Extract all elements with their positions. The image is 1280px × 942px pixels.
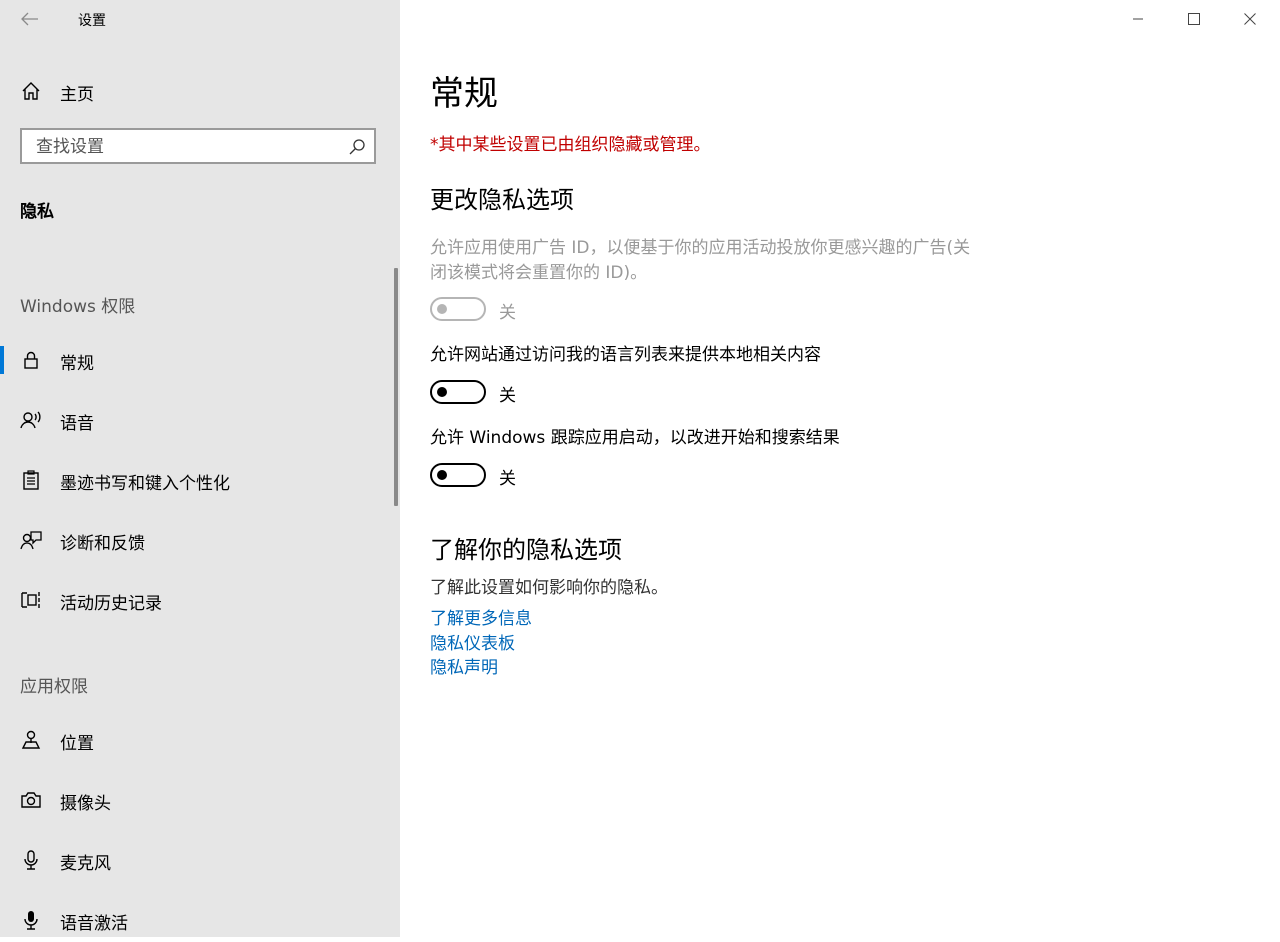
section-heading-know-privacy: 了解你的隐私选项 [430,536,622,564]
sidebar-item-general[interactable]: 常规 [0,338,400,382]
app-launch-tracking-description: 允许 Windows 跟踪应用启动，以改进开始和搜索结果 [430,428,840,448]
timeline-icon [21,592,40,608]
language-list-toggle-state: 关 [499,386,516,406]
maximize-button[interactable] [1166,0,1222,38]
sidebar-item-inking-typing[interactable]: 墨迹书写和键入个性化 [0,458,400,502]
group-label-app-permissions: 应用权限 [20,677,88,697]
microphone-icon [24,850,38,870]
microphone-filled-icon [24,911,38,930]
sidebar-item-label: 墨迹书写和键入个性化 [60,474,230,494]
search-input[interactable] [36,137,336,157]
privacy-statement-link[interactable]: 隐私声明 [430,653,498,678]
sidebar-item-label: 诊断和反馈 [60,534,145,554]
sidebar-item-home[interactable]: 主页 [0,70,400,112]
sidebar-scrollbar[interactable] [394,268,398,506]
group-label-windows-permissions: Windows 权限 [20,297,136,317]
section-heading-change-privacy: 更改隐私选项 [430,186,574,214]
sidebar-item-home-label: 主页 [60,85,94,105]
sidebar-item-label: 麦克风 [60,854,111,874]
app-launch-tracking-toggle-state: 关 [499,469,516,489]
lock-icon [24,351,38,369]
sidebar-item-speech[interactable]: 语音 [0,398,400,442]
sidebar-item-microphone[interactable]: 麦克风 [0,838,400,882]
camera-icon [21,792,41,808]
close-button[interactable] [1222,0,1278,38]
search-box[interactable] [20,128,376,164]
search-icon[interactable] [348,138,366,156]
sidebar-item-activity-history[interactable]: 活动历史记录 [0,578,400,622]
back-button[interactable] [18,8,42,30]
sidebar-item-label: 活动历史记录 [60,594,162,614]
language-list-description: 允许网站通过访问我的语言列表来提供本地相关内容 [430,345,821,365]
toggle-knob [437,470,447,480]
sidebar-item-label: 位置 [60,734,94,754]
back-arrow-icon [21,12,38,26]
section-description: 了解此设置如何影响你的隐私。 [430,578,668,598]
minimize-button[interactable] [1110,0,1166,38]
clipboard-icon [23,470,39,490]
app-launch-tracking-toggle[interactable] [430,463,486,487]
advertising-id-description-line1: 允许应用使用广告 ID，以便基于你的应用活动投放你更感兴趣的广告(关 [430,238,971,258]
privacy-dashboard-link[interactable]: 隐私仪表板 [430,629,515,654]
advertising-id-toggle [430,297,486,321]
page-title: 常规 [430,74,498,114]
app-title: 设置 [78,13,106,29]
minimize-icon [1133,18,1143,20]
feedback-icon [20,531,42,550]
sidebar-item-diagnostics-feedback[interactable]: 诊断和反馈 [0,518,400,562]
sidebar-item-label: 语音 [60,414,94,434]
sidebar-item-location[interactable]: 位置 [0,718,400,762]
sidebar-item-label: 常规 [60,354,94,374]
toggle-knob [437,387,447,397]
section-title-privacy: 隐私 [20,202,54,222]
active-indicator [0,346,4,374]
location-icon [21,730,41,749]
sidebar-item-voice-activation[interactable]: 语音激活 [0,898,400,942]
sidebar-item-camera[interactable]: 摄像头 [0,778,400,822]
advertising-id-toggle-state: 关 [499,303,516,323]
maximize-icon [1188,13,1200,25]
org-managed-warning: *其中某些设置已由组织隐藏或管理。 [430,135,711,155]
sidebar-item-label: 语音激活 [60,914,128,934]
learn-more-link[interactable]: 了解更多信息 [430,604,532,629]
close-icon [1244,13,1256,25]
toggle-knob [437,304,447,314]
sidebar-item-label: 摄像头 [60,794,111,814]
advertising-id-description-line2: 闭该模式将会重置你的 ID)。 [430,263,648,283]
sidebar: 设置 主页 隐私 Windows 权限 常规 语音 墨迹书写和键入个性化 诊断和… [0,0,400,937]
language-list-toggle[interactable] [430,380,486,404]
speech-icon [20,411,41,429]
advertising-id-description: 允许应用使用广告 ID，以便基于你的应用活动投放你更感兴趣的广告(关 闭该模式将… [430,236,970,286]
home-icon [22,82,40,100]
